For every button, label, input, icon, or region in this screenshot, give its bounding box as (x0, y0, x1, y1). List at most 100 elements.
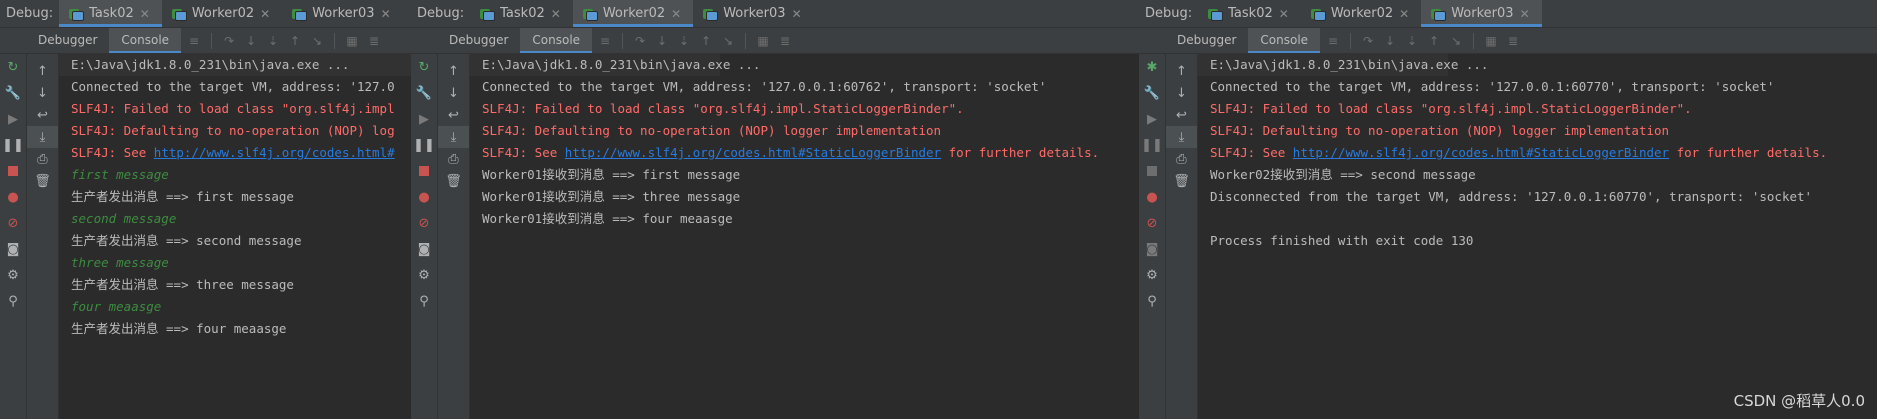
evaluate-icon[interactable]: ▦ (345, 34, 359, 48)
trace-icon[interactable]: ≣ (1506, 34, 1520, 48)
scroll-to-end-icon[interactable]: ⤓ (438, 126, 469, 148)
step-into-icon[interactable]: ↓ (244, 34, 258, 48)
mute-breakpoints-icon[interactable]: ⊘ (1139, 210, 1165, 236)
pin-icon[interactable]: ⚲ (0, 288, 26, 314)
menu-icon[interactable]: ≡ (1326, 34, 1340, 48)
gear-icon[interactable]: ⚙ (0, 262, 26, 288)
slf4j-link[interactable]: http://www.slf4j.org/codes.html#StaticLo… (1293, 145, 1669, 160)
pause-icon[interactable]: ❚❚ (411, 132, 437, 158)
tab-worker02[interactable]: Worker02 ✕ (572, 0, 694, 27)
menu-icon[interactable]: ≡ (598, 34, 612, 48)
camera-icon[interactable]: ◙ (0, 236, 26, 262)
pin-icon[interactable]: ⚲ (411, 288, 437, 314)
tab-debugger[interactable]: Debugger (437, 28, 520, 53)
up-arrow-icon[interactable]: ↑ (438, 60, 469, 82)
slf4j-link[interactable]: http://www.slf4j.org/codes.html#StaticLo… (565, 145, 941, 160)
gear-icon[interactable]: ⚙ (1139, 262, 1165, 288)
tab-console[interactable]: Console (109, 28, 182, 53)
view-breakpoints-icon[interactable]: ● (0, 184, 26, 210)
settings-wrench-icon[interactable]: 🔧 (1139, 80, 1165, 106)
menu-icon[interactable]: ≡ (187, 34, 201, 48)
trace-icon[interactable]: ≣ (778, 34, 792, 48)
close-icon[interactable]: ✕ (671, 7, 681, 21)
camera-icon[interactable]: ◙ (411, 236, 437, 262)
step-out-icon[interactable]: ↑ (699, 34, 713, 48)
soft-wrap-icon[interactable]: ↩ (1166, 104, 1197, 126)
soft-wrap-icon[interactable]: ↩ (27, 104, 58, 126)
tab-worker02[interactable]: Worker02 ✕ (1301, 0, 1421, 27)
close-icon[interactable]: ✕ (260, 7, 270, 21)
resume-icon[interactable]: ▶ (0, 106, 26, 132)
view-breakpoints-icon[interactable]: ● (1139, 184, 1165, 210)
mute-breakpoints-icon[interactable]: ⊘ (0, 210, 26, 236)
step-into-icon[interactable]: ↓ (655, 34, 669, 48)
trash-icon[interactable]: 🗑 (438, 170, 469, 192)
console-output[interactable]: E:\Java\jdk1.8.0_231\bin\java.exe ... Co… (59, 54, 411, 419)
print-icon[interactable]: ⎙ (1166, 148, 1197, 170)
tab-debugger[interactable]: Debugger (1165, 28, 1248, 53)
close-icon[interactable]: ✕ (140, 7, 150, 21)
step-out-icon[interactable]: ↑ (288, 34, 302, 48)
pause-icon[interactable]: ❚❚ (0, 132, 26, 158)
tab-debugger[interactable]: Debugger (26, 28, 109, 53)
scroll-to-end-icon[interactable]: ⤓ (27, 126, 58, 148)
stop-icon[interactable] (0, 158, 26, 184)
run-to-cursor-icon[interactable]: ↘ (1449, 34, 1463, 48)
force-step-into-icon[interactable]: ⇣ (266, 34, 280, 48)
close-icon[interactable]: ✕ (792, 7, 802, 21)
tab-worker03[interactable]: Worker03 ✕ (693, 0, 813, 27)
down-arrow-icon[interactable]: ↓ (1166, 82, 1197, 104)
mute-breakpoints-icon[interactable]: ⊘ (411, 210, 437, 236)
down-arrow-icon[interactable]: ↓ (27, 82, 58, 104)
tab-worker03[interactable]: Worker03 ✕ (1421, 0, 1543, 27)
tab-task02[interactable]: Task02 ✕ (59, 0, 162, 27)
stop-icon[interactable] (411, 158, 437, 184)
resume-icon[interactable]: ▶ (1139, 106, 1165, 132)
force-step-into-icon[interactable]: ⇣ (1405, 34, 1419, 48)
trash-icon[interactable]: 🗑 (27, 170, 58, 192)
step-over-icon[interactable]: ↷ (1361, 34, 1375, 48)
tab-console[interactable]: Console (1248, 28, 1321, 53)
close-icon[interactable]: ✕ (551, 7, 561, 21)
camera-icon[interactable]: ◙ (1139, 236, 1165, 262)
close-icon[interactable]: ✕ (1279, 7, 1289, 21)
rerun-icon[interactable]: ↻ (411, 54, 437, 80)
print-icon[interactable]: ⎙ (27, 148, 58, 170)
force-step-into-icon[interactable]: ⇣ (677, 34, 691, 48)
tab-console[interactable]: Console (520, 28, 593, 53)
tab-task02[interactable]: Task02 ✕ (470, 0, 573, 27)
trace-icon[interactable]: ≣ (367, 34, 381, 48)
run-to-cursor-icon[interactable]: ↘ (721, 34, 735, 48)
pause-icon[interactable]: ❚❚ (1139, 132, 1165, 158)
close-icon[interactable]: ✕ (1520, 7, 1530, 21)
down-arrow-icon[interactable]: ↓ (438, 82, 469, 104)
tab-worker02[interactable]: Worker02 ✕ (162, 0, 282, 27)
up-arrow-icon[interactable]: ↑ (1166, 60, 1197, 82)
up-arrow-icon[interactable]: ↑ (27, 60, 58, 82)
step-into-icon[interactable]: ↓ (1383, 34, 1397, 48)
settings-wrench-icon[interactable]: 🔧 (0, 80, 26, 106)
stop-icon[interactable] (1139, 158, 1165, 184)
run-to-cursor-icon[interactable]: ↘ (310, 34, 324, 48)
evaluate-icon[interactable]: ▦ (1484, 34, 1498, 48)
console-output[interactable]: E:\Java\jdk1.8.0_231\bin\java.exe ... Co… (470, 54, 1139, 419)
step-over-icon[interactable]: ↷ (222, 34, 236, 48)
evaluate-icon[interactable]: ▦ (756, 34, 770, 48)
tab-worker03[interactable]: Worker03 ✕ (282, 0, 402, 27)
print-icon[interactable]: ⎙ (438, 148, 469, 170)
soft-wrap-icon[interactable]: ↩ (438, 104, 469, 126)
scroll-to-end-icon[interactable]: ⤓ (1166, 126, 1197, 148)
pin-icon[interactable]: ⚲ (1139, 288, 1165, 314)
gear-icon[interactable]: ⚙ (411, 262, 437, 288)
step-out-icon[interactable]: ↑ (1427, 34, 1441, 48)
settings-wrench-icon[interactable]: 🔧 (411, 80, 437, 106)
trash-icon[interactable]: 🗑 (1166, 170, 1197, 192)
view-breakpoints-icon[interactable]: ● (411, 184, 437, 210)
debug-bug-icon[interactable]: ✱ (1139, 54, 1165, 80)
rerun-icon[interactable]: ↻ (0, 54, 26, 80)
console-output[interactable]: E:\Java\jdk1.8.0_231\bin\java.exe ... Co… (1198, 54, 1877, 419)
close-icon[interactable]: ✕ (381, 7, 391, 21)
slf4j-link[interactable]: http://www.slf4j.org/codes.html# (154, 145, 395, 160)
step-over-icon[interactable]: ↷ (633, 34, 647, 48)
resume-icon[interactable]: ▶ (411, 106, 437, 132)
